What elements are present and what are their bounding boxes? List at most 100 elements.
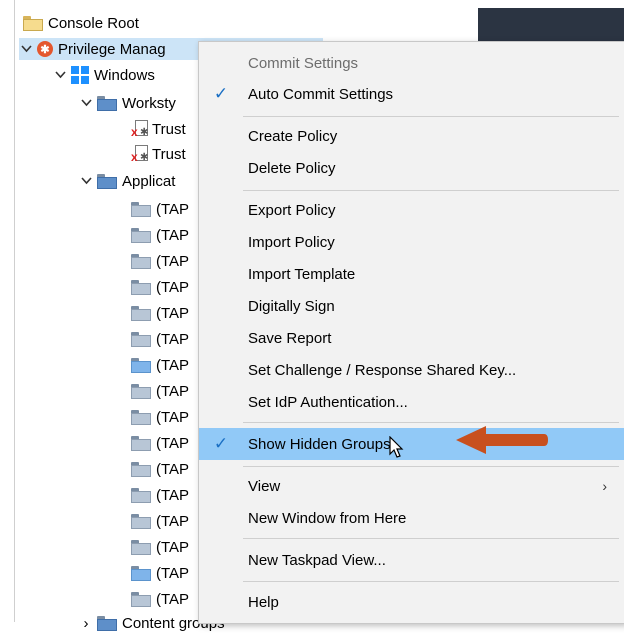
menu-separator (243, 466, 619, 467)
menu-item-save-report[interactable]: Save Report (199, 323, 624, 353)
tree-node-tap[interactable]: (TAP (131, 458, 189, 480)
folder-open-icon (97, 615, 117, 631)
windows-icon (71, 66, 89, 84)
tree-node-tap[interactable]: (TAP (131, 380, 189, 402)
tree-node-label: (TAP (156, 252, 190, 270)
tree-node-tap[interactable]: (TAP (131, 328, 189, 350)
policy-document-icon: x ✱ (131, 145, 148, 163)
tree-node-label: (TAP (156, 564, 190, 582)
chevron-down-icon[interactable] (79, 99, 93, 107)
submenu-arrow-icon: › (602, 478, 607, 494)
menu-item-new-taskpad-view[interactable]: New Taskpad View... (199, 545, 624, 575)
menu-item-auto-commit-settings[interactable]: ✓ Auto Commit Settings (199, 79, 624, 109)
folder-icon (131, 513, 151, 529)
tree-node-tap[interactable]: (TAP (131, 536, 189, 558)
chevron-down-icon[interactable] (53, 71, 67, 79)
tree-node-label: (TAP (156, 382, 190, 400)
menu-item-delete-policy[interactable]: Delete Policy (199, 153, 624, 183)
menu-item-label: Set Challenge / Response Shared Key... (248, 361, 517, 379)
menu-item-label: Create Policy (248, 127, 338, 145)
menu-separator (243, 538, 619, 539)
menu-item-show-hidden-groups[interactable]: ✓ Show Hidden Groups (199, 428, 624, 460)
menu-item-view[interactable]: View › (199, 471, 624, 501)
tree-node-windows[interactable]: Windows (53, 64, 155, 86)
folder-icon (131, 539, 151, 555)
tree-node-tap[interactable]: (TAP (131, 354, 189, 376)
menu-item-label: Set IdP Authentication... (248, 393, 408, 411)
tree-node-tap[interactable]: (TAP (131, 406, 189, 428)
check-icon: ✓ (213, 434, 229, 453)
menu-separator (243, 116, 619, 117)
folder-icon (131, 201, 151, 217)
folder-icon (131, 279, 151, 295)
tree-node-label: (TAP (156, 356, 190, 374)
folder-icon (131, 253, 151, 269)
menu-item-set-challenge-response[interactable]: Set Challenge / Response Shared Key... (199, 355, 624, 385)
chevron-down-icon[interactable] (19, 45, 33, 53)
tree-node-label: (TAP (156, 590, 190, 608)
menu-item-set-idp-authentication[interactable]: Set IdP Authentication... (199, 387, 624, 417)
tree-node-tap[interactable]: (TAP (131, 432, 189, 454)
folder-icon (131, 227, 151, 243)
tree-node-label: (TAP (156, 512, 190, 530)
tree-node-tap[interactable]: (TAP (131, 588, 189, 610)
mouse-cursor-icon (389, 436, 404, 458)
tree-node-label: Console Root (48, 14, 139, 32)
policy-document-icon: x ✱ (131, 120, 148, 138)
tree-node-label: Worksty (122, 94, 176, 112)
folder-icon (131, 565, 151, 581)
menu-item-commit-settings: Commit Settings (199, 48, 624, 78)
menu-item-label: Save Report (248, 329, 332, 347)
context-menu: Commit Settings ✓ Auto Commit Settings C… (198, 41, 624, 624)
tree-node-tap[interactable]: (TAP (131, 250, 189, 272)
tree-node-label: (TAP (156, 304, 190, 322)
menu-item-label: Export Policy (248, 201, 336, 219)
menu-item-label: Delete Policy (248, 159, 336, 177)
tree-node-label: (TAP (156, 538, 190, 556)
folder-icon (23, 15, 43, 31)
menu-item-import-template[interactable]: Import Template (199, 259, 624, 289)
menu-item-export-policy[interactable]: Export Policy (199, 195, 624, 225)
tree-node-console-root[interactable]: Console Root (23, 12, 139, 34)
menu-separator (243, 422, 619, 423)
menu-item-help[interactable]: Help (199, 587, 624, 617)
menu-item-create-policy[interactable]: Create Policy (199, 121, 624, 151)
tree-node-tap[interactable]: (TAP (131, 224, 189, 246)
tree-node-application-groups[interactable]: Applicat (79, 170, 175, 192)
tree-node-label: Applicat (122, 172, 176, 190)
tree-node-trust-2[interactable]: x ✱ Trust (131, 143, 186, 165)
privilege-manager-icon: ✱ (37, 41, 53, 57)
tree-node-trust-1[interactable]: x ✱ Trust (131, 118, 186, 140)
menu-item-label: Commit Settings (248, 54, 359, 72)
tree-node-tap[interactable]: (TAP (131, 562, 189, 584)
tree-node-tap[interactable]: (TAP (131, 510, 189, 532)
folder-icon (131, 357, 151, 373)
tree-node-label: (TAP (156, 486, 190, 504)
tree-node-label: (TAP (156, 200, 190, 218)
tree-node-label: (TAP (156, 460, 190, 478)
menu-item-label: Auto Commit Settings (248, 85, 394, 103)
tree-node-workstyles[interactable]: Worksty (79, 92, 176, 114)
tree-node-tap[interactable]: (TAP (131, 276, 189, 298)
tree-node-tap[interactable]: (TAP (131, 302, 189, 324)
tree-node-tap[interactable]: (TAP (131, 484, 189, 506)
tree-node-label: (TAP (156, 408, 190, 426)
chevron-down-icon[interactable] (79, 177, 93, 185)
chevron-right-icon[interactable]: › (79, 615, 93, 632)
folder-open-icon (97, 173, 117, 189)
tree-node-label: Privilege Manag (58, 40, 166, 58)
menu-item-import-policy[interactable]: Import Policy (199, 227, 624, 257)
menu-item-digitally-sign[interactable]: Digitally Sign (199, 291, 624, 321)
tree-node-label: Trust (152, 120, 186, 138)
menu-item-new-window-from-here[interactable]: New Window from Here (199, 503, 624, 533)
folder-icon (131, 383, 151, 399)
tree-node-label: (TAP (156, 226, 190, 244)
folder-icon (131, 591, 151, 607)
folder-open-icon (97, 95, 117, 111)
tree-node-tap[interactable]: (TAP (131, 198, 189, 220)
menu-separator (243, 190, 619, 191)
menu-item-label: Show Hidden Groups (248, 435, 391, 453)
folder-icon (131, 331, 151, 347)
menu-item-label: Help (248, 593, 279, 611)
tree-node-label: Windows (94, 66, 155, 84)
